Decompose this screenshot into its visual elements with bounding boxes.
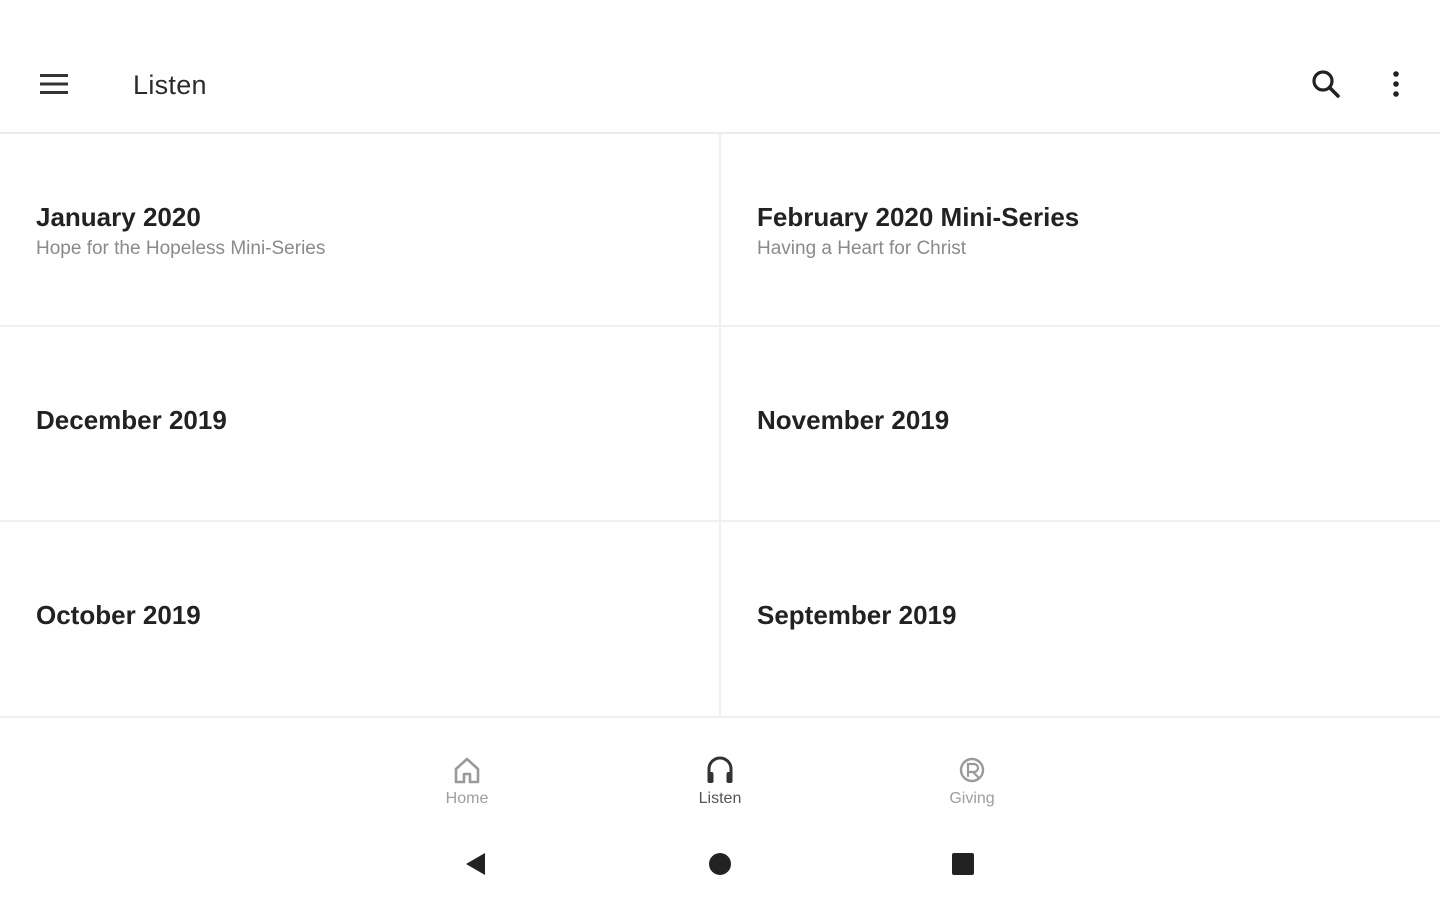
series-subtitle: Having a Heart for Christ — [757, 238, 967, 259]
nav-label-listen: Listen — [698, 790, 742, 807]
more-vert-icon — [1393, 71, 1399, 97]
menu-icon — [40, 74, 68, 94]
series-card[interactable]: January 2020 Hope for the Hopeless Mini-… — [0, 134, 721, 327]
search-icon — [1312, 70, 1340, 98]
system-back-button[interactable] — [454, 846, 498, 882]
home-icon — [454, 757, 480, 784]
menu-button[interactable] — [22, 62, 86, 106]
series-card[interactable]: December 2019 — [0, 327, 721, 522]
nav-item-giving[interactable]: Giving — [912, 754, 1032, 824]
series-title: November 2019 — [757, 405, 950, 435]
recents-square-icon — [952, 853, 974, 875]
bottom-navigation: Home Listen Giving — [0, 742, 1440, 826]
page-title: Listen — [133, 70, 207, 100]
nav-label-home: Home — [445, 790, 489, 807]
series-card[interactable]: February 2020 Mini-Series Having a Heart… — [721, 134, 1440, 327]
series-title: September 2019 — [757, 600, 957, 630]
series-title: December 2019 — [36, 405, 227, 435]
series-subtitle: Hope for the Hopeless Mini-Series — [36, 238, 326, 259]
giving-icon — [959, 757, 985, 783]
series-title: October 2019 — [36, 600, 201, 630]
nav-label-giving: Giving — [949, 790, 995, 807]
search-button[interactable] — [1300, 62, 1352, 106]
system-recents-button[interactable] — [941, 846, 985, 882]
series-title: February 2020 Mini-Series — [757, 202, 1080, 232]
nav-item-listen[interactable]: Listen — [660, 754, 780, 824]
system-navigation-bar — [0, 826, 1440, 900]
screen: Listen January 2020 Hope for the Hopeles… — [0, 0, 1440, 900]
series-card[interactable]: October 2019 — [0, 522, 721, 718]
headphones-icon — [707, 756, 733, 783]
series-grid: January 2020 Hope for the Hopeless Mini-… — [0, 134, 1440, 718]
system-home-button[interactable] — [698, 846, 742, 882]
series-card[interactable]: November 2019 — [721, 327, 1440, 522]
back-triangle-icon — [466, 853, 485, 875]
series-title: January 2020 — [36, 202, 201, 232]
nav-item-home[interactable]: Home — [407, 754, 527, 824]
more-options-button[interactable] — [1370, 62, 1422, 106]
top-app-bar: Listen — [0, 0, 1440, 134]
series-card[interactable]: September 2019 — [721, 522, 1440, 718]
home-circle-icon — [709, 853, 731, 875]
